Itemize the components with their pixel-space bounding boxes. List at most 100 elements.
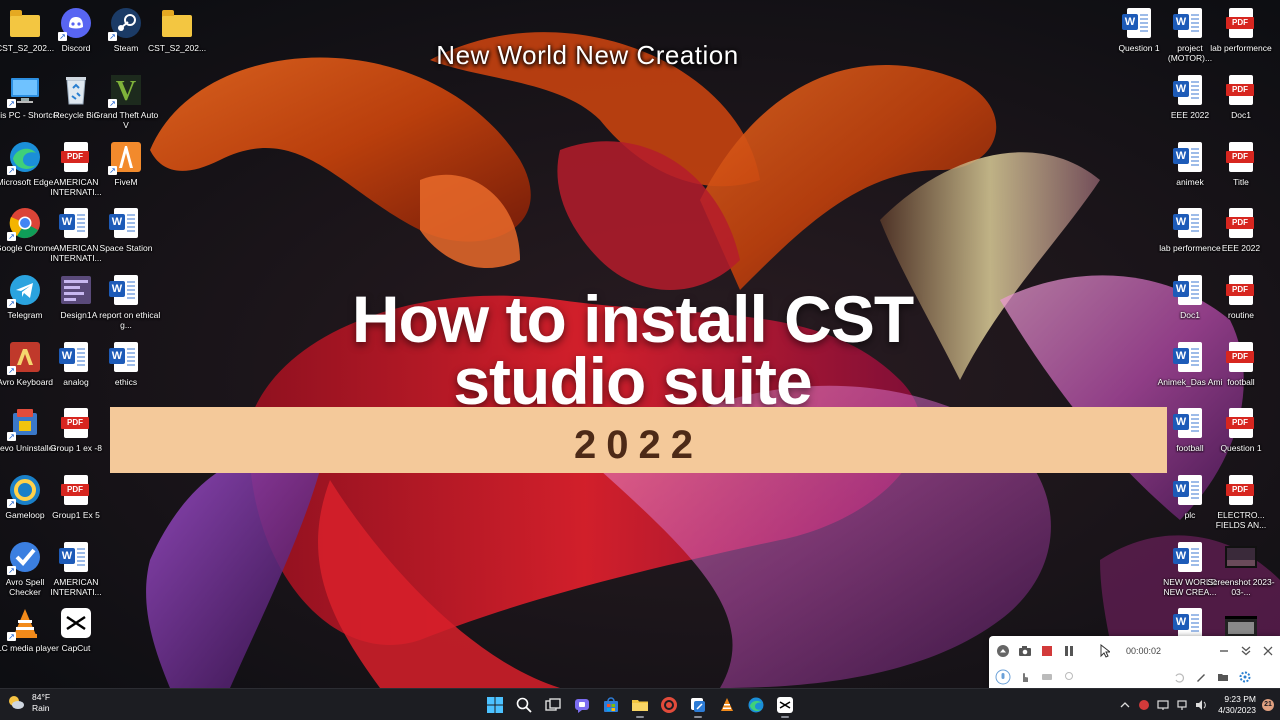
camera-icon <box>1019 646 1031 656</box>
recorder-stop-button[interactable] <box>1036 640 1058 662</box>
recorder-screenshot-button[interactable] <box>1014 640 1036 662</box>
search-button[interactable] <box>510 691 538 719</box>
video-headline: How to install CST studio suite <box>0 282 1265 418</box>
desktop-icon-question1-pdf[interactable]: PDF Question 1 <box>1205 406 1277 470</box>
desktop-icon-group1-ex8[interactable]: PDF Group 1 ex -8 <box>40 406 112 470</box>
word-icon: W <box>59 208 88 238</box>
file-explorer-button[interactable] <box>626 691 654 719</box>
recorder-minimize-button[interactable] <box>1213 640 1235 662</box>
task-view-icon <box>544 698 561 711</box>
desktop-icon-group1-ex5[interactable]: PDF Group1 Ex 5 <box>40 473 112 537</box>
capcut-taskbar-button[interactable] <box>771 691 799 719</box>
word-icon: W <box>109 208 138 238</box>
desktop-icon-title-pdf[interactable]: PDF Title <box>1205 140 1277 204</box>
folder-icon <box>631 700 648 711</box>
desktop-icon-fivem[interactable]: ↗ FiveM <box>90 140 162 204</box>
recorder-webcam-button[interactable] <box>1058 666 1080 688</box>
recorder-close-button[interactable] <box>1257 640 1279 662</box>
close-icon <box>1263 646 1273 656</box>
screen-recorder-widget: 00:00:02 <box>989 636 1280 688</box>
pause-icon <box>1065 646 1073 656</box>
recorder-pause-button[interactable] <box>1058 640 1080 662</box>
headline-line-1: How to install CST <box>351 282 914 356</box>
tray-recording-indicator[interactable] <box>1137 698 1151 712</box>
shortcut-arrow-icon: ↗ <box>7 499 16 508</box>
vlc-taskbar-button[interactable] <box>713 691 741 719</box>
recorder-pointer-button[interactable] <box>1014 666 1036 688</box>
clock-date: 4/30/2023 <box>1218 705 1256 715</box>
recorder-mic-button[interactable] <box>992 666 1014 688</box>
network-icon <box>1177 700 1187 710</box>
recorder-keyboard-button[interactable] <box>1036 666 1058 688</box>
record-dot-icon <box>1138 700 1149 710</box>
recycle-bin-icon <box>66 77 86 105</box>
word-icon: W <box>1173 208 1202 238</box>
screenshot-icon <box>1225 546 1257 568</box>
year-banner: 2022 <box>110 407 1167 473</box>
desktop-icon-capcut[interactable]: CapCut <box>40 606 112 670</box>
desktop-icon-electro-fields[interactable]: PDF ELECTRO... FIELDS AN... <box>1205 473 1277 537</box>
word-icon: W <box>1173 8 1202 38</box>
pdf-icon: PDF <box>61 408 89 438</box>
speaker-icon <box>1195 700 1206 710</box>
desktop-icon-american-word-2[interactable]: W AMERICAN INTERNATI... <box>40 540 112 604</box>
edge-taskbar-button[interactable] <box>742 691 770 719</box>
word-icon: W <box>1173 75 1202 105</box>
taskbar-clock[interactable]: 9:23 PM 4/30/2023 <box>1218 694 1256 716</box>
chevron-up-icon <box>1120 702 1130 708</box>
pdf-icon: PDF <box>1226 408 1254 438</box>
taskbar: 84°F Rain 9:23 PM 4/30/2023 21 <box>0 688 1280 720</box>
search-icon <box>516 697 532 713</box>
snipping-tool-button[interactable] <box>684 691 712 719</box>
tray-volume-button[interactable] <box>1194 698 1208 712</box>
recorder-menu-button[interactable] <box>992 640 1014 662</box>
svg-text:V: V <box>116 76 136 106</box>
word-icon: W <box>59 542 88 572</box>
desktop-icon-screenshot[interactable]: Screenshot 2023-03-... <box>1205 540 1277 604</box>
start-button[interactable] <box>481 691 509 719</box>
desktop-icon-doc1-pdf[interactable]: PDF Doc1 <box>1205 73 1277 137</box>
recorder-app-button[interactable] <box>655 691 683 719</box>
pdf-icon: PDF <box>61 142 89 172</box>
task-view-button[interactable] <box>539 691 567 719</box>
pdf-icon: PDF <box>61 475 89 505</box>
headline-line-2: studio suite <box>453 344 812 418</box>
store-button[interactable] <box>597 691 625 719</box>
desktop-icon-eee-2022-pdf[interactable]: PDF EEE 2022 <box>1205 206 1277 270</box>
teams-chat-button[interactable] <box>568 691 596 719</box>
desktop-icon-gta-v[interactable]: V ↗ Grand Theft Auto V <box>90 73 162 137</box>
shortcut-arrow-icon: ↗ <box>7 99 16 108</box>
recorder-timer: 00:00:02 <box>1126 646 1162 656</box>
recorder-pen-button[interactable] <box>1190 666 1212 688</box>
tray-display-button[interactable] <box>1156 698 1170 712</box>
recorder-folder-button[interactable] <box>1212 666 1234 688</box>
store-icon <box>603 697 618 712</box>
weather-widget[interactable]: 84°F Rain <box>6 692 50 714</box>
pdf-icon: PDF <box>1226 75 1254 105</box>
tray-overflow-button[interactable] <box>1118 698 1132 712</box>
word-icon: W <box>1173 608 1202 638</box>
shortcut-arrow-icon: ↗ <box>7 566 16 575</box>
recorder-collapse-button[interactable] <box>1235 640 1257 662</box>
shortcut-arrow-icon: ↗ <box>108 99 117 108</box>
teams-icon <box>574 699 589 713</box>
recorder-settings-button[interactable] <box>1234 666 1256 688</box>
caret-up-circle-icon <box>997 645 1009 657</box>
keyboard-icon <box>1042 674 1052 680</box>
desktop-icon-space-station[interactable]: W Space Station <box>90 206 162 270</box>
taskbar-apps <box>480 689 799 720</box>
word-icon: W <box>1173 475 1202 505</box>
recorder-undo-button[interactable] <box>1168 666 1190 688</box>
system-tray: 9:23 PM 4/30/2023 21 <box>1115 689 1280 720</box>
tray-network-button[interactable] <box>1175 698 1189 712</box>
word-icon: W <box>1122 8 1151 38</box>
notification-badge[interactable]: 21 <box>1262 699 1274 711</box>
folder-icon <box>162 10 192 37</box>
pen-icon <box>1197 674 1205 682</box>
word-icon: W <box>1173 408 1202 438</box>
folder-icon <box>10 10 40 37</box>
channel-title: New World New Creation <box>436 40 739 70</box>
pdf-icon: PDF <box>1226 475 1254 505</box>
word-icon: W <box>1173 142 1202 172</box>
desktop-icon-lab-performence-pdf[interactable]: PDF lab performence <box>1205 6 1277 70</box>
